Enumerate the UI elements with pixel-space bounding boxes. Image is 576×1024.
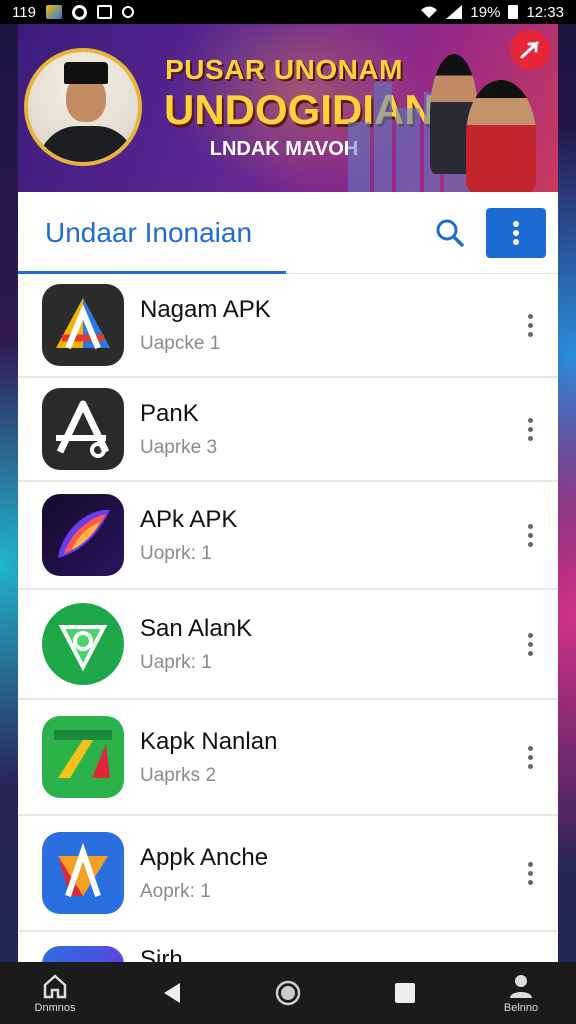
alarm-notification-icon xyxy=(121,6,134,18)
navigation-bar: Dnmnos Belnno xyxy=(0,962,576,1024)
app-list-card: Undaar Inonaian Nagam APK Uapcke 1 PanK … xyxy=(18,192,558,962)
card-header: Undaar Inonaian xyxy=(18,192,558,274)
row-menu-icon[interactable] xyxy=(518,624,542,664)
search-icon xyxy=(436,219,464,247)
home-icon xyxy=(43,974,67,999)
app-subtitle: Uoprk: 1 xyxy=(140,542,212,564)
more-options-button[interactable] xyxy=(486,207,546,258)
back-triangle-icon xyxy=(163,983,180,1003)
sync-notification-icon xyxy=(71,4,87,20)
gallery-notification-icon xyxy=(45,5,62,19)
row-menu-icon[interactable] xyxy=(518,305,542,345)
nav-home-circle-button[interactable] xyxy=(253,979,323,1007)
nav-profile-label: Belnno xyxy=(503,1002,539,1014)
battery-percent: 19% xyxy=(470,3,501,21)
nav-home-button[interactable]: Dnmnos xyxy=(20,972,90,1014)
nav-back-button[interactable] xyxy=(137,980,207,1006)
home-circle-icon xyxy=(275,980,301,1006)
green-shield-app-icon xyxy=(42,603,124,685)
clock: 12:33 xyxy=(526,3,564,21)
list-item[interactable]: San AlanK Uaprk: 1 xyxy=(18,590,558,700)
app-subtitle: Uaprks 2 xyxy=(140,764,217,786)
recents-square-icon xyxy=(394,983,415,1003)
letter-a-app-icon xyxy=(42,388,124,470)
list-item[interactable]: PanK Uaprke 3 xyxy=(18,378,558,482)
list-item[interactable]: Appk Anche Aoprk: 1 xyxy=(18,816,558,932)
title-tab-indicator xyxy=(18,271,286,274)
soldier-figure xyxy=(466,80,536,192)
host-portrait xyxy=(24,48,142,166)
nav-recents-button[interactable] xyxy=(370,982,440,1004)
status-left-text: 119 xyxy=(12,3,36,21)
row-menu-icon[interactable] xyxy=(518,515,542,555)
app-subtitle: Uaprke 3 xyxy=(140,436,218,458)
app-list: Nagam APK Uapcke 1 PanK Uaprke 3 APk APK… xyxy=(18,274,558,962)
list-item[interactable]: Kapk Nanlan Uaprks 2 xyxy=(18,700,558,816)
list-item[interactable]: Nagam APK Uapcke 1 xyxy=(18,274,558,378)
app-name: Nagam APK xyxy=(140,295,271,323)
battery-icon xyxy=(508,5,519,19)
search-button[interactable] xyxy=(430,213,470,253)
row-menu-icon[interactable] xyxy=(518,853,542,893)
vertical-dots-icon xyxy=(513,220,519,245)
row-menu-icon[interactable] xyxy=(518,737,542,777)
swoosh-app-icon xyxy=(42,494,124,576)
app-subtitle: Uaprk: 1 xyxy=(140,651,212,673)
app-subtitle: Uapcke 1 xyxy=(140,332,221,354)
banner-badge-icon[interactable] xyxy=(510,30,550,70)
triangle-app-icon xyxy=(42,284,124,366)
wifi-icon xyxy=(421,6,438,18)
nav-profile-button[interactable]: Belnno xyxy=(486,972,556,1014)
status-bar: 119 19% 12:33 xyxy=(0,0,576,24)
app-name: Sirh xyxy=(140,946,183,962)
signal-icon xyxy=(446,5,463,19)
promo-banner[interactable]: PUSAR UNONAM UNDOGIDIAN LNDAK MAVOH xyxy=(18,24,558,192)
app-name: San AlanK xyxy=(140,614,253,642)
list-item[interactable]: Sirh xyxy=(18,932,558,962)
app-name: Kapk Nanlan xyxy=(140,727,278,755)
app-name: APk APK xyxy=(140,505,238,533)
app-subtitle: Aoprk: 1 xyxy=(140,880,211,902)
blue-a-app-icon xyxy=(42,832,124,914)
profile-icon xyxy=(510,975,532,998)
list-item[interactable]: APk APK Uoprk: 1 xyxy=(18,482,558,590)
row-menu-icon[interactable] xyxy=(518,409,542,449)
page-title: Undaar Inonaian xyxy=(45,216,253,248)
app-notification-icon xyxy=(96,5,112,19)
nav-home-label: Dnmnos xyxy=(34,1002,76,1014)
app-name: PanK xyxy=(140,399,199,427)
green-logo-app-icon xyxy=(42,716,124,798)
app-name: Appk Anche xyxy=(140,843,269,871)
partial-app-icon xyxy=(42,946,124,962)
